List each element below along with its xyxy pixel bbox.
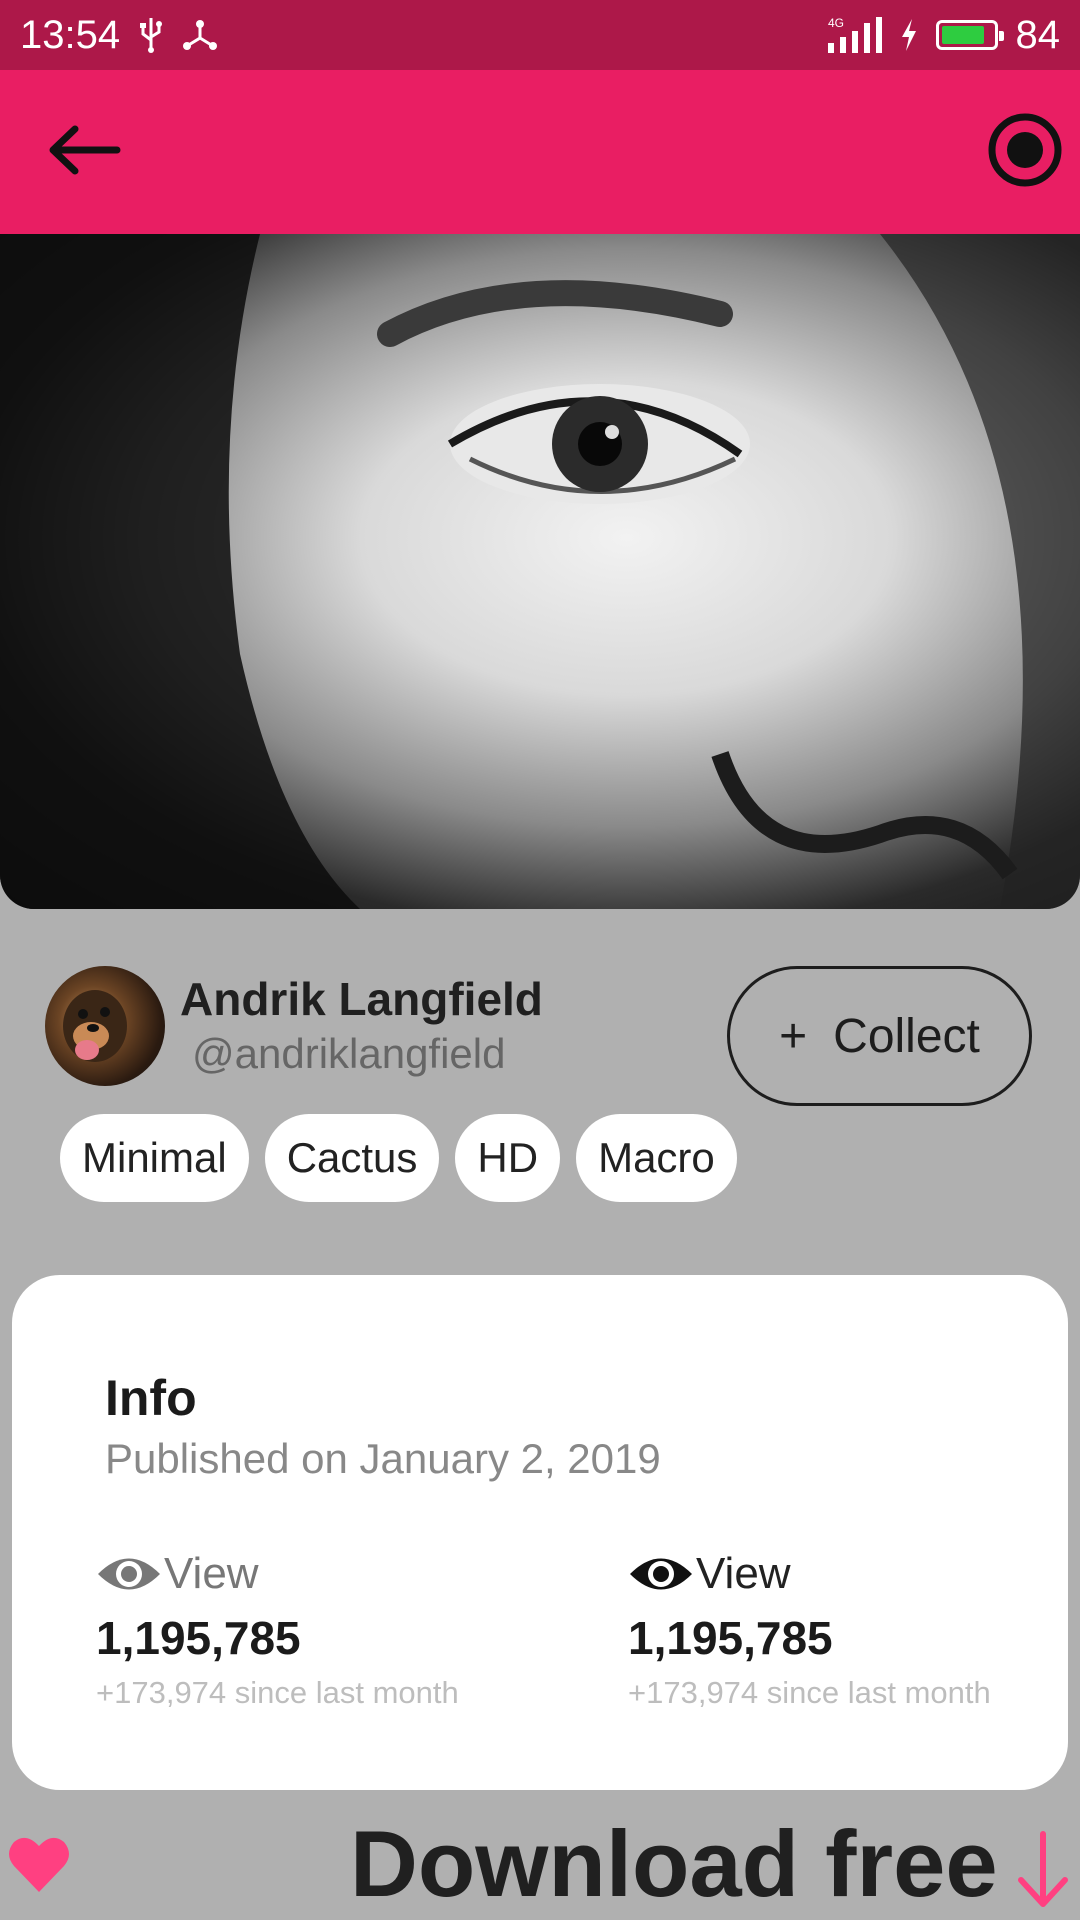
author-name[interactable]: Andrik Langfield [180, 972, 543, 1026]
signal-icon: 4G [827, 16, 882, 53]
author-row: Andrik Langfield @andriklangfield + Coll… [45, 966, 1035, 1106]
portrait-illustration [0, 234, 1080, 909]
record-button[interactable] [970, 110, 1080, 190]
published-date: Published on January 2, 2019 [105, 1435, 661, 1482]
tag-chip[interactable]: Cactus [264, 1114, 440, 1202]
stat-label: View [164, 1549, 259, 1598]
download-button[interactable]: Download free [350, 1810, 998, 1918]
stat-head: View [628, 1543, 991, 1605]
info-title: Info [105, 1370, 197, 1426]
hero-image[interactable] [0, 234, 1080, 909]
stat-delta: +173,974 since last month [628, 1675, 991, 1710]
network-label: 4G [828, 16, 844, 30]
share-nodes-icon [183, 20, 218, 50]
tag-chip[interactable]: HD [455, 1114, 561, 1202]
eye-icon [630, 1558, 692, 1590]
tag-list: Minimal Cactus HD Macro [60, 1114, 737, 1202]
battery-fill [941, 26, 984, 44]
tag-chip[interactable]: Macro [576, 1114, 737, 1202]
view-stat: View 1,195,785 +173,974 since last month [96, 1543, 459, 1711]
tag-chip[interactable]: Minimal [60, 1114, 249, 1202]
status-right: 4G 84 [826, 12, 1061, 58]
usb-icon [140, 18, 163, 53]
record-icon [988, 113, 1062, 187]
stat-value: 1,195,785 [628, 1612, 833, 1664]
arrow-down-icon[interactable] [1015, 1830, 1071, 1910]
back-button[interactable] [40, 110, 130, 190]
stat-head: View [96, 1543, 459, 1605]
view-stat: View 1,195,785 +173,974 since last month [628, 1543, 991, 1711]
battery-level: 84 [1015, 12, 1061, 57]
info-card: Info Published on January 2, 2019 View 1… [12, 1275, 1068, 1790]
heart-icon[interactable] [6, 1832, 72, 1898]
dog-avatar-illustration [63, 990, 127, 1062]
stat-value: 1,195,785 [96, 1612, 301, 1664]
app-bar [0, 70, 1080, 234]
stat-delta: +173,974 since last month [96, 1675, 459, 1710]
status-bar: 13:54 4G 84 [0, 0, 1080, 70]
status-time: 13:54 [20, 12, 121, 57]
avatar[interactable] [45, 966, 165, 1086]
collect-button[interactable]: + Collect [727, 966, 1032, 1106]
arrow-left-icon [49, 125, 121, 175]
collect-label: Collect [833, 1009, 980, 1063]
plus-icon: + [779, 1009, 808, 1063]
eye-icon [98, 1558, 160, 1590]
bottom-bar: Download free [0, 1810, 1080, 1920]
battery-icon [935, 20, 1004, 50]
charging-bolt-icon [901, 19, 916, 51]
status-left: 13:54 [20, 13, 218, 58]
author-handle[interactable]: @andriklangfield [192, 1030, 505, 1078]
stat-label: View [696, 1549, 791, 1598]
